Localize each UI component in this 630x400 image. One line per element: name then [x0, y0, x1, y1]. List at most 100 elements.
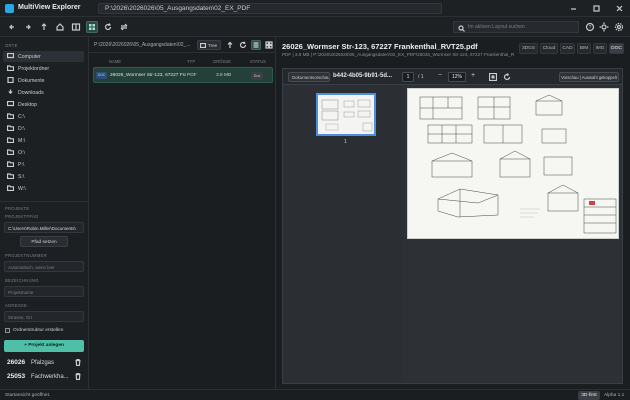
folder-structure-checkbox[interactable]: [5, 328, 10, 333]
sync-button[interactable]: [118, 21, 130, 33]
mode-badge[interactable]: 3D-first: [578, 391, 600, 400]
projects-section-title: PROJEKTE: [5, 206, 30, 211]
path-bar[interactable]: P:\2026\2026026\05_Ausgangsdaten\02_EX_P…: [98, 3, 442, 14]
sidebar-item-drive-d[interactable]: D:\: [3, 123, 84, 134]
sidebar-item-label: Desktop: [18, 101, 38, 108]
svg-text:?: ?: [589, 25, 592, 31]
project-list-item[interactable]: 25053 Fachwerkha...: [4, 371, 84, 383]
sidebar-item-drive-p[interactable]: P:\: [3, 159, 84, 170]
divider: [0, 201, 88, 202]
maximize-button[interactable]: [591, 3, 602, 14]
column-header-status[interactable]: STATUS: [250, 59, 266, 64]
column-header-size[interactable]: GRÖSSE: [213, 59, 231, 64]
preview-coupled-note: Vorschau | Auswahl gekoppelt: [559, 72, 619, 82]
sidebar-item-projektordner[interactable]: Projektordner: [3, 63, 84, 74]
back-button[interactable]: [6, 21, 18, 33]
trash-icon[interactable]: [75, 373, 81, 380]
home-button[interactable]: [54, 21, 66, 33]
folder-icon: [7, 65, 14, 71]
forward-button[interactable]: [22, 21, 34, 33]
up-folder-button[interactable]: [225, 40, 235, 50]
folder-icon: [7, 125, 14, 131]
search-icon: [458, 24, 465, 32]
sidebar-item-downloads[interactable]: Downloads: [3, 87, 84, 98]
document-preview-tab[interactable]: Dokumentvorschau: [288, 72, 330, 82]
folder-icon: [7, 185, 14, 191]
project-number-field[interactable]: Automatisch, wenn leer: [4, 261, 84, 272]
tab-cloud[interactable]: Cloud: [540, 43, 558, 54]
project-path-value: C:\Users\Robin.Miller\Documents\: [8, 225, 76, 231]
rotate-button[interactable]: [503, 73, 511, 81]
column-header-name[interactable]: NAME: [109, 59, 121, 64]
layout-search-input[interactable]: Im aktiven Layout suchen: [453, 21, 579, 33]
page-number-input[interactable]: 1: [402, 72, 414, 82]
viewer-toolbar: Dokumentvorschau b442-4b05-9b91-5d... 1 …: [283, 69, 622, 85]
project-list-item[interactable]: 26026 Pfalzgas: [4, 357, 84, 369]
project-number-placeholder: Automatisch, wenn leer: [8, 264, 55, 270]
column-header-type[interactable]: TYP: [187, 59, 195, 64]
refresh-files-button[interactable]: [238, 40, 248, 50]
preview-meta: PDF | 3.8 MB | P:\2026\2026026\05_Ausgan…: [282, 52, 514, 57]
sidebar-item-dokumente[interactable]: Dokumente: [3, 75, 84, 86]
zoom-in-button[interactable]: +: [471, 72, 475, 79]
folder-icon: [7, 137, 14, 143]
app-logo-icon: [5, 4, 14, 13]
toolbar: Im aktiven Layout suchen ?: [0, 17, 630, 37]
sidebar-item-drive-w[interactable]: W:\: [3, 183, 84, 194]
sidebar: ORTE Computer Projektordner Dokumente Do…: [0, 37, 89, 389]
sidebar-item-drive-o[interactable]: O:\: [3, 147, 84, 158]
project-address-label: ADRESSE: [5, 303, 28, 308]
file-type-badge: DOC: [96, 72, 107, 79]
fit-page-button[interactable]: [489, 73, 497, 81]
project-name-field[interactable]: Projektname: [4, 286, 84, 297]
file-row[interactable]: DOC 26026_Wormser Str-123, 67227 Franken…: [93, 67, 273, 83]
file-type: PDF: [187, 73, 197, 78]
sidebar-item-desktop[interactable]: Desktop: [3, 99, 84, 110]
sidebar-item-label: W:\: [18, 185, 26, 192]
project-name: Pfalzgas: [31, 359, 55, 366]
path-text: P:\2026\2026026\05_Ausgangsdaten\02_EX_P…: [105, 5, 251, 12]
tab-img[interactable]: IMG: [593, 43, 607, 54]
grid-view-button[interactable]: [86, 21, 98, 33]
sidebar-item-label: D:\: [18, 125, 25, 132]
sidebar-item-drive-c[interactable]: C:\: [3, 111, 84, 122]
split-view-button[interactable]: [70, 21, 82, 33]
trash-icon[interactable]: [75, 359, 81, 366]
tab-cad[interactable]: CAD: [560, 43, 575, 54]
refresh-button[interactable]: [102, 21, 114, 33]
theme-button[interactable]: [598, 21, 610, 33]
thumbnail-column: 1: [283, 85, 403, 383]
project-path-field[interactable]: C:\Users\Robin.Miller\Documents\: [4, 222, 84, 233]
zoom-level-input[interactable]: 12%: [448, 72, 466, 82]
document-viewer: Dokumentvorschau b442-4b05-9b91-5d... 1 …: [282, 68, 623, 384]
list-view-button[interactable]: [251, 40, 261, 50]
help-button[interactable]: ?: [584, 21, 596, 33]
zoom-out-button[interactable]: −: [438, 72, 442, 79]
sidebar-item-computer[interactable]: Computer: [3, 51, 84, 62]
places-section-title: ORTE: [5, 43, 18, 48]
sidebar-item-label: P:\: [18, 161, 25, 168]
layout-search-placeholder: Im aktiven Layout suchen: [468, 24, 525, 30]
grid-files-button[interactable]: [264, 40, 274, 50]
create-project-button[interactable]: + Projekt anlegen: [4, 340, 84, 352]
app-title: MultiView Explorer: [18, 4, 81, 11]
page-thumbnail[interactable]: [316, 93, 376, 136]
up-button[interactable]: [38, 21, 50, 33]
tree-button[interactable]: Tree: [197, 40, 221, 50]
settings-button[interactable]: [613, 21, 625, 33]
project-address-field[interactable]: Strasse, Ort: [4, 311, 84, 322]
sidebar-item-drive-m[interactable]: M:\: [3, 135, 84, 146]
sidebar-item-drive-s[interactable]: S:\: [3, 171, 84, 182]
page-total: / 1: [418, 74, 424, 80]
tab-bim[interactable]: BIM: [577, 43, 591, 54]
minimize-button[interactable]: [568, 3, 579, 14]
tab-doc[interactable]: DOC: [609, 43, 624, 54]
fit-page-icon: [489, 73, 497, 81]
project-number: 26026: [7, 359, 26, 366]
project-number: 25053: [7, 373, 26, 380]
sidebar-item-label: S:\: [18, 173, 25, 180]
file-panel: P:\2026\2026026\05_Ausgangsdaten\02_... …: [89, 37, 276, 389]
set-path-button[interactable]: Pfad setzen: [20, 236, 68, 247]
tab-3dgs[interactable]: 3DGS: [519, 43, 538, 54]
close-button[interactable]: [614, 3, 625, 14]
